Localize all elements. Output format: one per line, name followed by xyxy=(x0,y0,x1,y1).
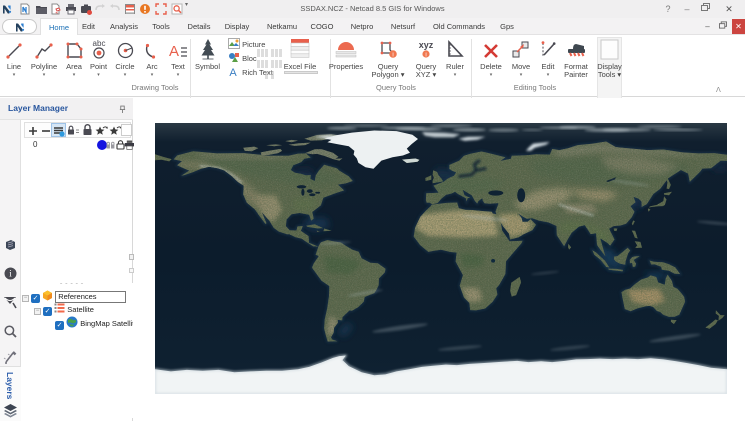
svg-text:i: i xyxy=(392,53,393,59)
svg-text:i: i xyxy=(425,52,426,58)
svg-text:abc: abc xyxy=(92,39,105,48)
svg-text:A: A xyxy=(229,67,237,77)
svg-text:xyz: xyz xyxy=(419,40,434,50)
svg-text:A: A xyxy=(169,43,179,60)
